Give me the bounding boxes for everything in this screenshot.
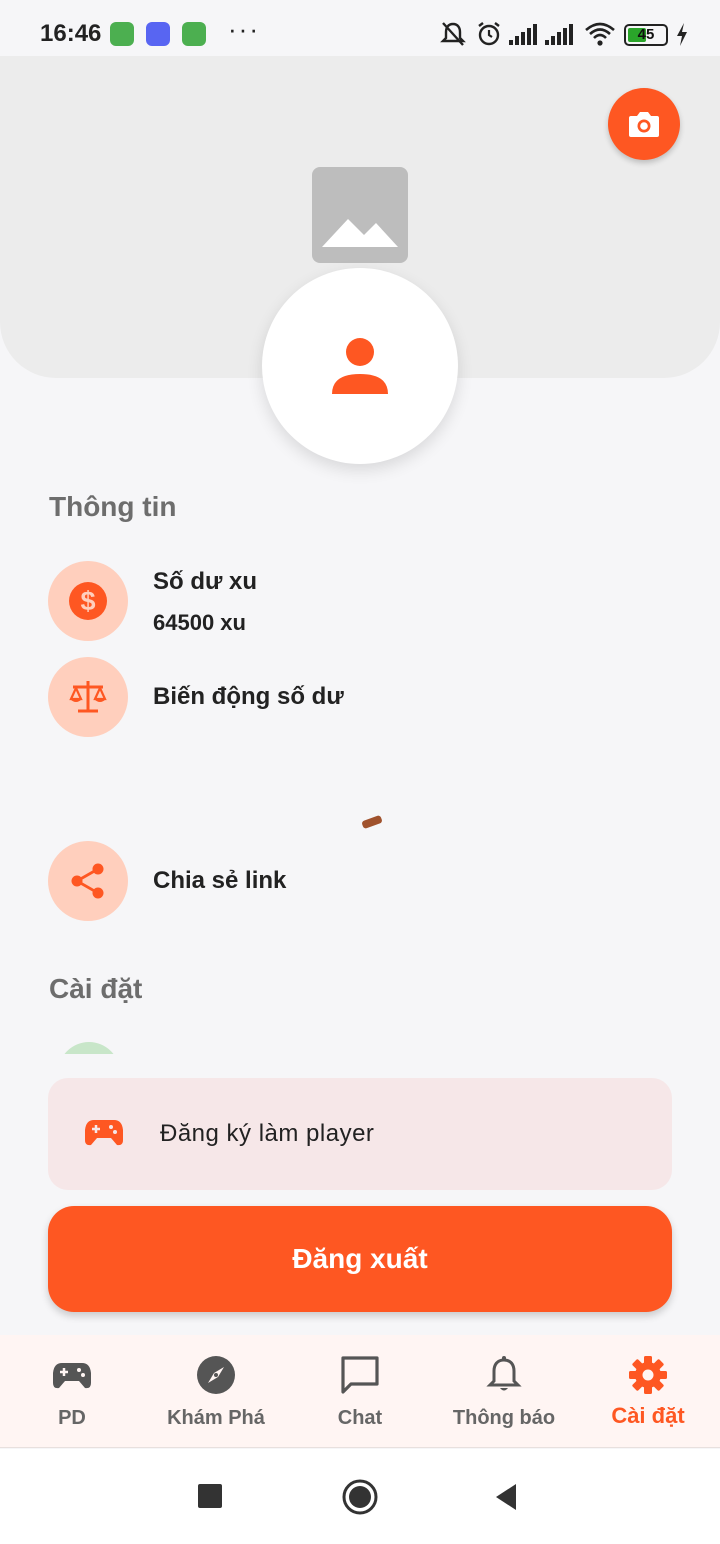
- bell-icon: [486, 1356, 522, 1391]
- camera-icon: [629, 112, 659, 137]
- recents-icon[interactable]: [198, 1484, 222, 1508]
- battery-icon: 45: [624, 24, 668, 46]
- nav-item-pd[interactable]: PD: [0, 1335, 144, 1448]
- nav-label: Chat: [337, 1407, 383, 1429]
- nav-label: Khám Phá: [167, 1407, 265, 1429]
- person-icon: [332, 338, 388, 394]
- gear-icon: [629, 1356, 667, 1394]
- nav-item-notifications[interactable]: Thông báo: [432, 1335, 576, 1448]
- section-title-info: Thông tin: [49, 491, 177, 522]
- app-notification-icon: [110, 22, 134, 46]
- alarm-icon: [478, 22, 500, 46]
- compass-icon: [197, 1356, 235, 1394]
- logout-button[interactable]: Đăng xuất: [48, 1206, 672, 1312]
- share-link-button[interactable]: [48, 841, 128, 921]
- system-navigation-bar: [0, 1449, 720, 1544]
- nav-item-explore[interactable]: Khám Phá: [144, 1335, 288, 1448]
- share-icon: [71, 863, 104, 899]
- register-player-label: Đăng ký làm player: [160, 1120, 375, 1147]
- battery-level: 45: [637, 26, 655, 43]
- share-link-label[interactable]: Chia sẻ link: [153, 867, 286, 895]
- nav-item-chat[interactable]: Chat: [288, 1335, 432, 1448]
- status-time: 16:46: [40, 20, 102, 47]
- signal-icon: [509, 24, 537, 45]
- gamepad-icon: [85, 1120, 123, 1146]
- cover-image-placeholder: [312, 167, 408, 263]
- balance-label: Số dư xu: [153, 568, 258, 595]
- avatar[interactable]: [262, 268, 458, 464]
- balance-value: 64500 xu: [153, 610, 246, 635]
- dollar-icon: $: [69, 582, 107, 620]
- balance-history-button[interactable]: [48, 657, 128, 737]
- svg-text:$: $: [80, 586, 95, 616]
- bottom-navigation: PD Khám Phá Chat Thông báo Cài đặt: [0, 1335, 720, 1448]
- signal-icon: [545, 24, 573, 45]
- nav-label: Cài đặt: [611, 1403, 685, 1428]
- settings-item-icon: [58, 1042, 120, 1054]
- app-notification-icon: [182, 22, 206, 46]
- gamepad-icon: [53, 1363, 91, 1389]
- nav-label: PD: [58, 1407, 86, 1429]
- discord-icon: [146, 22, 170, 46]
- loading-indicator: [361, 814, 383, 830]
- nav-label: Thông báo: [452, 1407, 556, 1429]
- nav-item-settings[interactable]: Cài đặt: [576, 1335, 720, 1448]
- wifi-icon: [585, 22, 615, 46]
- balance-icon-circle: $: [48, 561, 128, 641]
- more-notifications-icon: ···: [228, 14, 260, 44]
- back-icon[interactable]: [494, 1483, 518, 1511]
- chat-icon: [341, 1356, 379, 1394]
- status-bar: 16:46 ··· 45: [0, 0, 720, 60]
- scale-icon: [69, 681, 107, 713]
- charging-icon: [677, 23, 687, 46]
- balance-history-label[interactable]: Biến động số dư: [153, 683, 344, 711]
- register-player-button[interactable]: Đăng ký làm player: [48, 1078, 672, 1190]
- change-cover-button[interactable]: [608, 88, 680, 160]
- mute-icon: [440, 22, 466, 46]
- home-icon[interactable]: [341, 1478, 379, 1516]
- section-title-settings: Cài đặt: [49, 973, 143, 1004]
- image-placeholder-icon: [322, 219, 398, 247]
